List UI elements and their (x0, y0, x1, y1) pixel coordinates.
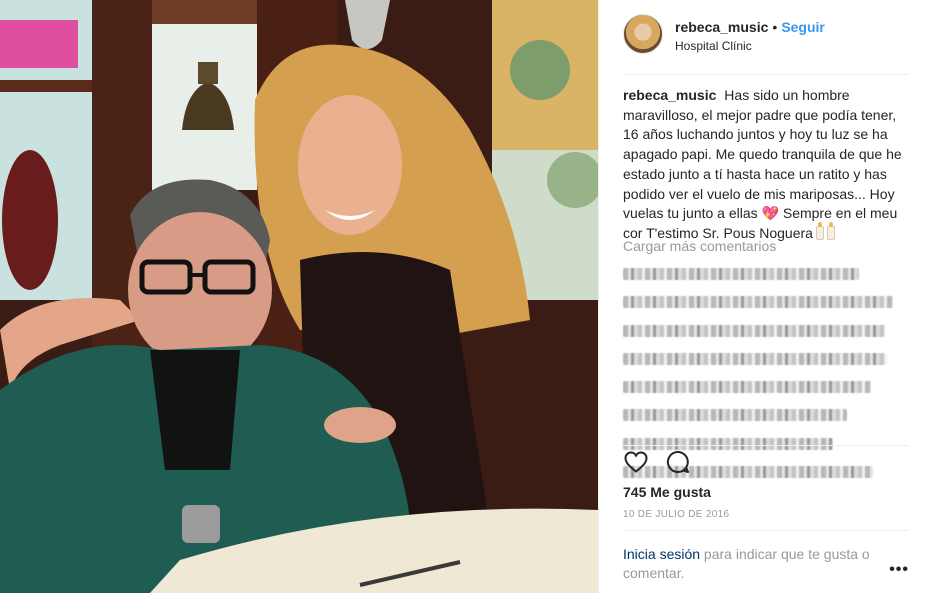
blurred-comment (623, 381, 871, 394)
post-date[interactable]: 10 DE JULIO DE 2016 (623, 509, 729, 520)
photo-illustration (0, 0, 598, 593)
avatar[interactable] (623, 14, 663, 54)
candle-icon (815, 221, 824, 240)
user-line: rebeca_music • Seguir (675, 18, 825, 36)
more-options-icon[interactable]: ••• (889, 561, 909, 579)
heart-emoji: 💖 (761, 205, 779, 222)
likes-count[interactable]: 745 Me gusta (623, 484, 711, 500)
action-bar (623, 449, 691, 475)
like-button[interactable] (623, 449, 649, 475)
blurred-comment (623, 268, 859, 280)
login-prompt: Inicia sesión para indicar que te gusta … (623, 545, 893, 583)
comment-icon (666, 450, 689, 473)
follow-button[interactable]: Seguir (781, 19, 825, 35)
comment-button[interactable] (665, 449, 691, 475)
actions-divider (623, 445, 909, 446)
separator-dot: • (772, 19, 778, 35)
candle-icon (826, 221, 835, 240)
blurred-comment (623, 324, 885, 337)
load-more-comments[interactable]: Cargar más comentarios (623, 238, 776, 254)
post-header: rebeca_music • Seguir Hospital Clínic (623, 14, 913, 74)
login-link[interactable]: Inicia sesión (623, 546, 700, 562)
caption-text-1: Has sido un hombre maravilloso, el mejor… (623, 87, 902, 222)
blurred-comment (623, 296, 893, 309)
username-link[interactable]: rebeca_music (675, 19, 768, 35)
header-text: rebeca_music • Seguir Hospital Clínic (675, 14, 825, 54)
header-divider (623, 74, 909, 75)
blurred-comment (623, 437, 833, 450)
post-caption: rebeca_music Has sido un hombre maravill… (623, 86, 913, 244)
blurred-comment (623, 352, 887, 365)
post-side-panel: rebeca_music • Seguir Hospital Clínic rebe… (598, 0, 933, 593)
caption-username[interactable]: rebeca_music (623, 87, 716, 103)
heart-icon (624, 451, 648, 473)
post-photo[interactable] (0, 0, 598, 593)
blurred-comment (623, 409, 847, 422)
location-link[interactable]: Hospital Clínic (675, 38, 825, 54)
footer-divider (623, 530, 909, 531)
